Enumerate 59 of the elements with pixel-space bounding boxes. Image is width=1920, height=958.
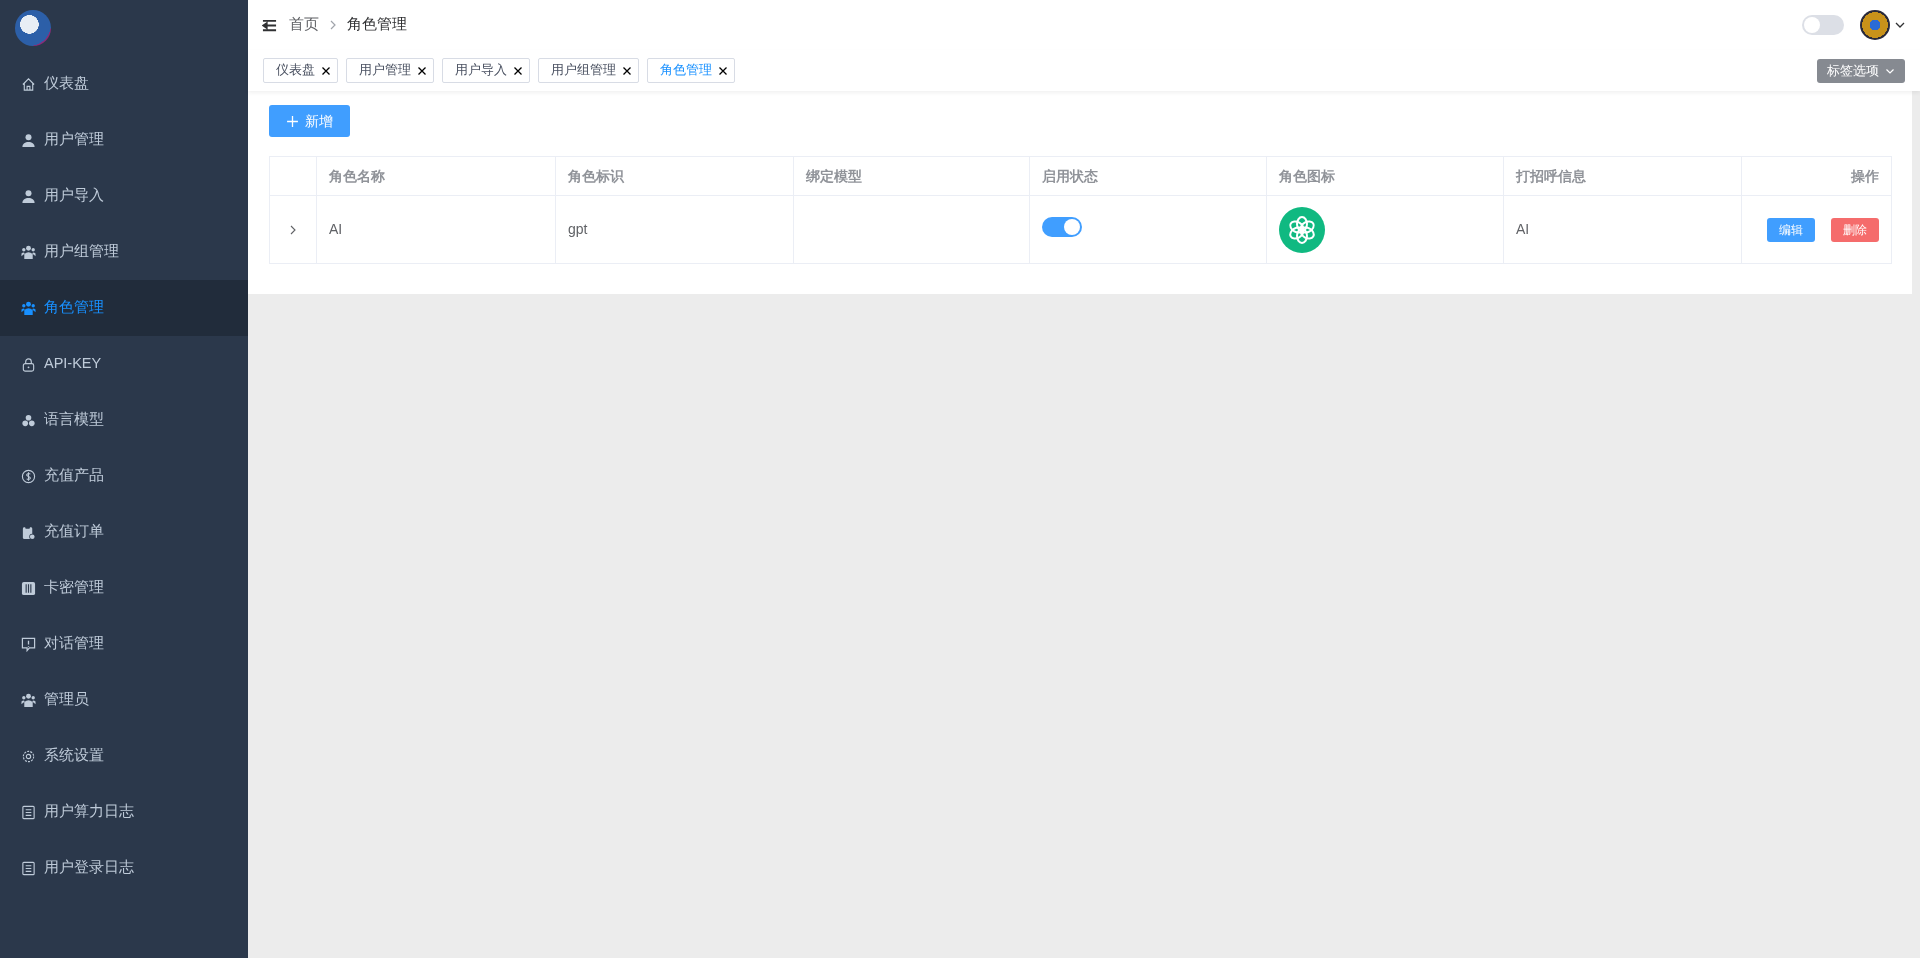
avatar[interactable] <box>1860 10 1890 40</box>
people-icon <box>21 692 36 708</box>
breadcrumb-item[interactable]: 首页 <box>289 14 319 36</box>
close-icon[interactable] <box>417 65 427 76</box>
sidebar-item[interactable]: 仪表盘 <box>0 56 248 112</box>
column-header: 角色名称 <box>316 156 556 196</box>
list-icon <box>21 860 36 876</box>
close-icon[interactable] <box>718 65 728 76</box>
table-cell: gpt <box>568 221 588 237</box>
tab[interactable]: 用户管理 <box>346 58 434 83</box>
comment-alert-icon <box>21 636 36 652</box>
sidebar-item[interactable]: 用户登录日志 <box>0 840 248 896</box>
dollar-icon <box>21 468 36 484</box>
clipboard-icon <box>21 524 36 540</box>
tab[interactable]: 仪表盘 <box>263 58 338 83</box>
sidebar-item[interactable]: 用户算力日志 <box>0 784 248 840</box>
column-header: 绑定模型 <box>793 156 1030 196</box>
menu-icon[interactable] <box>262 17 277 33</box>
sidebar-item[interactable]: 管理员 <box>0 672 248 728</box>
sidebar-item[interactable]: 角色管理 <box>0 280 248 336</box>
plus-icon <box>286 114 299 128</box>
tab[interactable]: 用户导入 <box>442 58 530 83</box>
close-icon[interactable] <box>622 65 632 76</box>
knot-logo-icon <box>1279 206 1325 253</box>
home-icon <box>21 76 36 92</box>
sidebar-item[interactable]: 用户导入 <box>0 168 248 224</box>
logo-picture <box>15 10 51 46</box>
close-icon[interactable] <box>321 65 331 76</box>
column-header: 启用状态 <box>1029 156 1267 196</box>
sidebar-item[interactable]: 用户组管理 <box>0 224 248 280</box>
column-header: 打招呼信息 <box>1503 156 1742 196</box>
list-icon <box>21 804 36 820</box>
breadcrumb-item: 角色管理 <box>347 15 407 35</box>
sidebar-item[interactable]: 充值产品 <box>0 448 248 504</box>
table-cell: AI <box>329 221 343 237</box>
tab[interactable]: 用户组管理 <box>538 58 639 83</box>
user-icon <box>21 132 36 148</box>
people-icon <box>21 300 36 316</box>
column-header: 操作 <box>1741 156 1892 196</box>
column-header: 角色标识 <box>555 156 794 196</box>
toggle-switch[interactable] <box>1042 216 1082 237</box>
sidebar-item[interactable]: 系统设置 <box>0 728 248 784</box>
sidebar-item[interactable]: 卡密管理 <box>0 560 248 616</box>
sliders-icon <box>21 580 36 596</box>
theme-toggle[interactable] <box>1802 15 1844 35</box>
cubes-icon <box>21 412 36 428</box>
close-icon[interactable] <box>513 65 523 76</box>
sidebar-item[interactable]: API-KEY <box>0 336 248 392</box>
settings-icon <box>21 748 36 764</box>
chevron-right-icon[interactable] <box>288 225 298 236</box>
people-icon <box>21 244 36 260</box>
sidebar-item[interactable]: 充值订单 <box>0 504 248 560</box>
column-header: 角色图标 <box>1266 156 1504 196</box>
sidebar-item[interactable]: 语言模型 <box>0 392 248 448</box>
user-icon <box>21 188 36 204</box>
sidebar-item[interactable]: 对话管理 <box>0 616 248 672</box>
table-cell: AI <box>1516 221 1530 237</box>
sidebar-item[interactable]: 用户管理 <box>0 112 248 168</box>
lock-icon <box>21 356 36 372</box>
